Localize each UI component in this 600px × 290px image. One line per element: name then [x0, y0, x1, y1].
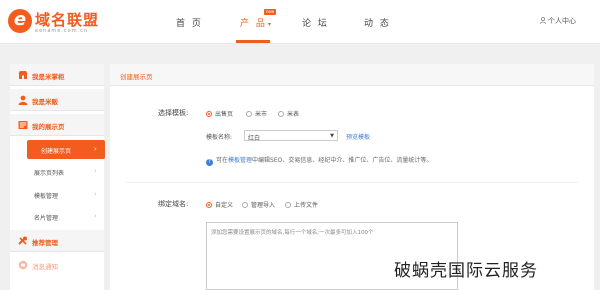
chevron-right-icon: › [94, 145, 97, 153]
radio-market[interactable]: 米市 [246, 109, 267, 118]
nav-forum[interactable]: 论 坛 [302, 16, 329, 29]
textarea-placeholder: 添加您需要设置展示页的域名,每行一个域名,一次最多可加入100个 [211, 230, 374, 236]
radio-dot-icon [246, 111, 252, 117]
radio-dot-icon [242, 202, 248, 208]
preview-template-link[interactable]: 预览模板 [346, 132, 370, 141]
sidebar-group-label: 我是米掌柜 [32, 73, 65, 81]
sidebar-item-label: 展示页列表 [34, 170, 65, 177]
logo-domain: eename.com.cn [35, 28, 89, 34]
nav-products-label: 产 品 [240, 19, 267, 29]
site-logo[interactable]: e 域名联盟 eename.com.cn [8, 8, 118, 36]
radio-sale-page[interactable]: 出售页 [206, 109, 233, 118]
sidebar-item-template-manage[interactable]: 模板管理 › [10, 185, 104, 204]
select-value: 红白 [248, 135, 261, 142]
chevron-right-icon: › [94, 212, 97, 220]
template-name-label: 模板名称: [206, 134, 233, 141]
radio-label: 米表 [287, 111, 300, 118]
logo-e-icon: e [8, 9, 32, 33]
user-center-label: 个人中心 [548, 17, 576, 25]
template-label: 选择模板: [158, 109, 189, 117]
template-manage-link[interactable]: 模板管理 [228, 157, 252, 164]
radio-upload-file[interactable]: 上传文件 [285, 200, 318, 209]
radio-dot-icon [285, 202, 291, 208]
radio-custom[interactable]: 自定义 [206, 200, 233, 209]
person-icon [18, 95, 28, 105]
sidebar-item-create-showcase[interactable]: 创建展示页 › [27, 140, 105, 159]
panel-header: 创建展示页 [110, 64, 594, 86]
radio-label: 出售页 [215, 111, 234, 118]
user-center-link[interactable]: 个人中心 [540, 16, 576, 26]
sidebar: 我是米掌柜 我是米贩 我的展示页 创建展示页 › 展示页列表 › 模板管理 › … [10, 64, 105, 290]
sidebar-item-label: 名片管理 [34, 215, 59, 222]
sidebar-group-label: 消息通知 [32, 263, 58, 271]
nav-active-indicator [236, 40, 270, 43]
user-icon [540, 17, 546, 24]
store-icon [18, 71, 28, 79]
sidebar-group-recommend[interactable]: 推荐管理 [10, 230, 104, 252]
nav-products[interactable]: 产 品▾ [240, 16, 273, 29]
sidebar-group-showcase[interactable]: 我的展示页 [10, 114, 104, 136]
radio-label: 自定义 [215, 202, 234, 209]
radio-domain-table[interactable]: 米表 [278, 109, 299, 118]
radio-dot-icon [206, 111, 212, 117]
bind-domain-label: 绑定域名: [158, 200, 189, 208]
sidebar-item-card-manage[interactable]: 名片管理 › [10, 207, 104, 226]
hint-suffix: 中编辑SEO、交易信息、经纪中介、推广位、广告位、流量统计等。 [252, 157, 433, 164]
logo-name: 域名联盟 [35, 11, 100, 29]
radio-label: 米市 [255, 111, 268, 118]
sidebar-group-seller[interactable]: 我是米掌柜 [10, 64, 104, 86]
chevron-right-icon: › [94, 190, 97, 198]
radio-dot-icon [206, 202, 212, 208]
new-badge: new [264, 9, 277, 15]
template-name-select[interactable]: 红白 ▼ [244, 130, 338, 142]
radio-dot-icon [278, 111, 284, 117]
top-header: e 域名联盟 eename.com.cn 首 页 产 品▾ new 论 坛 动 … [0, 0, 600, 44]
radio-manage-import[interactable]: 管理导入 [242, 200, 275, 209]
watermark-text: 破蜗壳国际云服务 [394, 261, 538, 281]
sidebar-group-label: 我是米贩 [32, 98, 58, 106]
sidebar-group-broker[interactable]: 我是米贩 [10, 89, 104, 111]
section-divider [126, 182, 578, 183]
bell-icon [18, 260, 28, 270]
sidebar-item-label: 模板管理 [34, 193, 59, 200]
nav-home[interactable]: 首 页 [176, 16, 203, 29]
chevron-down-icon: ▾ [267, 21, 273, 28]
chevron-down-icon: ▼ [330, 133, 334, 139]
radio-label: 上传文件 [294, 202, 319, 209]
sidebar-group-messages[interactable]: 消息通知 [10, 254, 104, 276]
nav-news[interactable]: 动 态 [364, 16, 391, 29]
template-hint: ? 可在模板管理中编辑SEO、交易信息、经纪中介、推广位、广告位、流量统计等。 [206, 155, 432, 166]
tools-icon [18, 236, 27, 245]
radio-label: 管理导入 [251, 202, 276, 209]
chevron-right-icon: › [94, 167, 97, 175]
hint-prefix: 可在 [216, 157, 229, 164]
sidebar-group-label: 我的展示页 [32, 123, 65, 131]
question-icon: ? [206, 159, 213, 166]
showcase-icon [18, 121, 28, 129]
sidebar-item-label: 创建展示页 [41, 148, 72, 155]
sidebar-item-showcase-list[interactable]: 展示页列表 › [10, 162, 104, 181]
sidebar-group-label: 推荐管理 [32, 239, 58, 247]
page-title: 创建展示页 [120, 73, 153, 81]
